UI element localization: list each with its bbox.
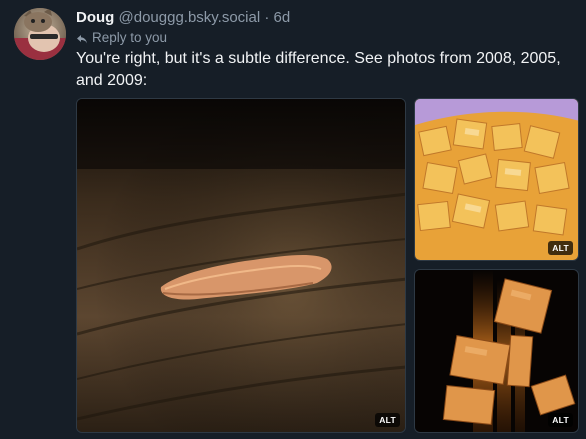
avatar[interactable] <box>14 8 66 60</box>
reply-arrow-icon <box>76 32 88 44</box>
post-image-3[interactable]: ALT <box>414 269 579 433</box>
author-name[interactable]: Doug <box>76 9 114 26</box>
reply-indicator[interactable]: Reply to you <box>76 29 167 47</box>
reply-label: Reply to you <box>92 30 168 45</box>
post-timestamp[interactable]: 6d <box>274 9 291 26</box>
post-header: Doug @douggg.bsky.social · 6d <box>76 8 290 28</box>
author-handle[interactable]: @douggg.bsky.social <box>119 9 261 26</box>
post[interactable]: Doug @douggg.bsky.social · 6d Reply to y… <box>0 0 586 439</box>
post-image-2[interactable]: ALT <box>414 98 579 261</box>
post-image-1[interactable]: ALT <box>76 98 406 433</box>
header-separator: · <box>264 9 270 26</box>
alt-badge[interactable]: ALT <box>548 241 573 255</box>
alt-badge[interactable]: ALT <box>548 413 573 427</box>
alt-badge[interactable]: ALT <box>375 413 400 427</box>
post-text: You're right, but it's a subtle differen… <box>76 50 561 89</box>
